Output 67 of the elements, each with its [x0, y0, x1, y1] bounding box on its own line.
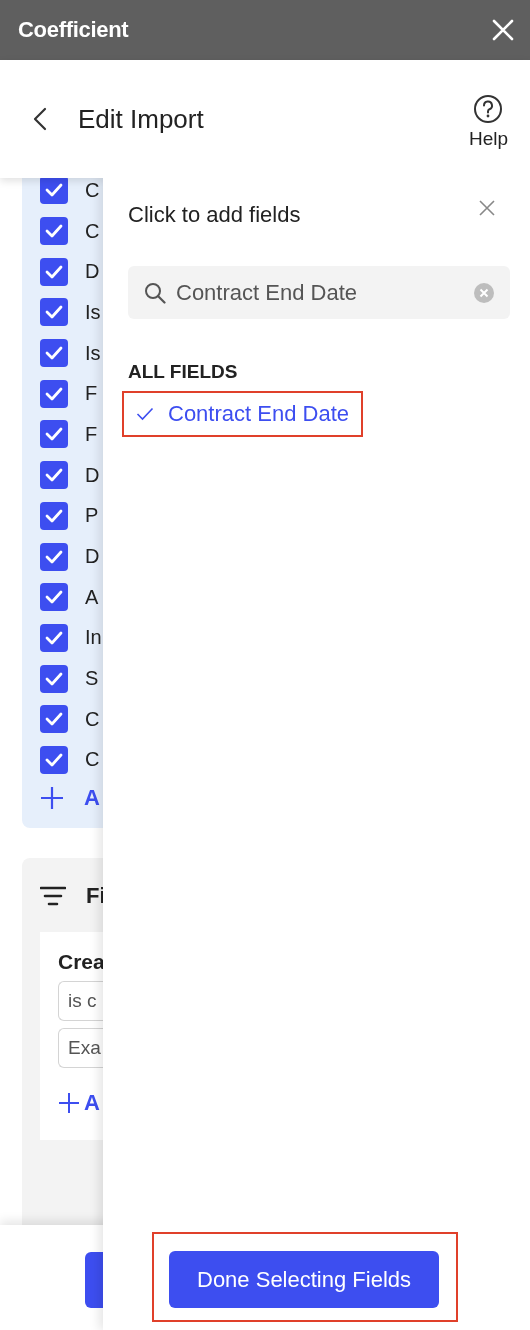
value-dropdown[interactable]: Exa — [58, 1028, 103, 1069]
field-label: S — [85, 667, 99, 691]
add-field-link[interactable]: A — [84, 785, 100, 812]
close-icon — [479, 200, 495, 216]
search-icon — [144, 281, 166, 304]
checkbox[interactable] — [40, 420, 68, 449]
check-icon — [45, 427, 63, 442]
check-icon — [136, 407, 154, 421]
checkbox[interactable] — [40, 705, 68, 734]
section-heading: ALL FIELDS — [128, 361, 239, 383]
add-filter-link[interactable]: A — [84, 1090, 100, 1117]
field-label: C — [85, 748, 100, 772]
filter-icon — [40, 886, 66, 907]
checkbox[interactable] — [40, 217, 68, 246]
checkbox[interactable] — [40, 178, 68, 205]
checkbox[interactable] — [40, 623, 68, 652]
check-icon — [45, 346, 63, 361]
check-icon — [45, 468, 63, 483]
field-label: D — [85, 463, 100, 487]
check-icon — [45, 752, 63, 767]
operator-dropdown[interactable]: is c — [58, 981, 103, 1022]
done-button[interactable]: Done Selecting Fields — [169, 1251, 439, 1308]
field-label: C — [85, 178, 100, 202]
check-icon — [45, 549, 63, 564]
plus-icon[interactable] — [40, 786, 64, 811]
field-label: In — [85, 626, 102, 650]
check-icon — [45, 671, 63, 686]
checkbox[interactable] — [40, 664, 68, 693]
app-title: Coefficient — [18, 17, 129, 43]
drawer-title: Click to add fields — [128, 202, 301, 228]
checkbox[interactable] — [40, 298, 68, 327]
help-icon — [473, 94, 504, 124]
check-icon — [45, 590, 63, 605]
checkbox[interactable] — [40, 745, 68, 774]
field-label: C — [85, 707, 100, 731]
checkbox[interactable] — [40, 461, 68, 490]
page-title: Edit Import — [78, 103, 205, 135]
plus-icon[interactable] — [58, 1092, 80, 1115]
checkbox[interactable] — [40, 339, 68, 368]
field-label: Is — [85, 300, 101, 324]
checkbox[interactable] — [40, 257, 68, 286]
check-icon — [45, 712, 63, 727]
field-label: P — [85, 504, 99, 528]
field-label: F — [85, 422, 98, 446]
help-button[interactable]: Help — [468, 94, 508, 150]
checkbox[interactable] — [40, 379, 68, 408]
checkbox[interactable] — [40, 542, 68, 571]
check-icon — [45, 183, 63, 198]
field-label: A — [85, 585, 99, 609]
check-icon — [45, 386, 63, 401]
back-icon[interactable] — [32, 107, 48, 131]
check-icon — [45, 305, 63, 320]
close-icon[interactable] — [492, 19, 514, 41]
field-label: F — [85, 382, 98, 406]
field-label: D — [85, 545, 100, 569]
field-label: Is — [85, 341, 101, 365]
checkbox[interactable] — [40, 583, 68, 612]
field-label: D — [85, 260, 100, 284]
field-option[interactable]: Contract End Date — [122, 391, 363, 437]
filter-field-name: Crea — [58, 950, 106, 975]
check-icon — [45, 508, 63, 523]
check-icon — [45, 630, 63, 645]
check-icon — [45, 264, 63, 279]
checkbox[interactable] — [40, 501, 68, 530]
search-field[interactable]: Contract End Date — [128, 266, 510, 319]
check-icon — [45, 224, 63, 239]
field-label: C — [85, 219, 100, 243]
